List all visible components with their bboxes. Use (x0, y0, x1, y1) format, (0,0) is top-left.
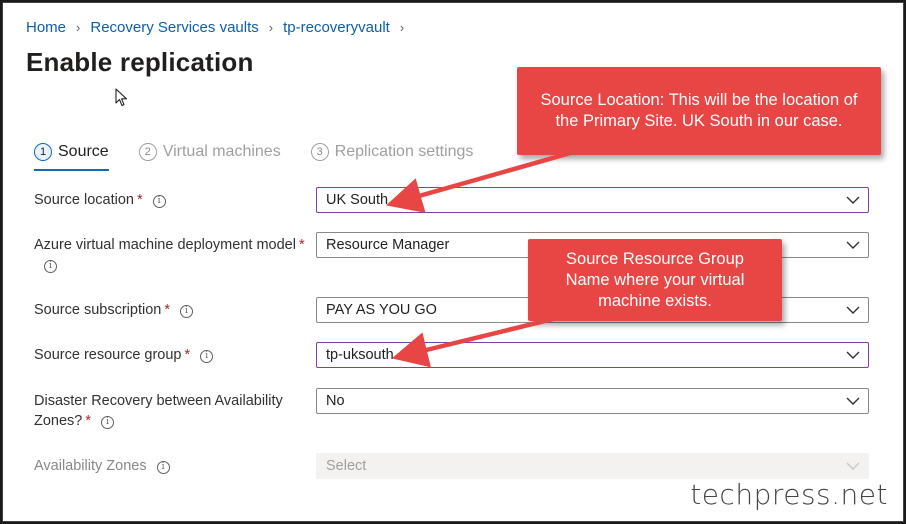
annotation-arrows (386, 145, 599, 368)
arrow-to-source-location (386, 145, 589, 213)
watermark: techpress.net (690, 478, 888, 511)
arrow-to-resource-group (391, 305, 599, 368)
